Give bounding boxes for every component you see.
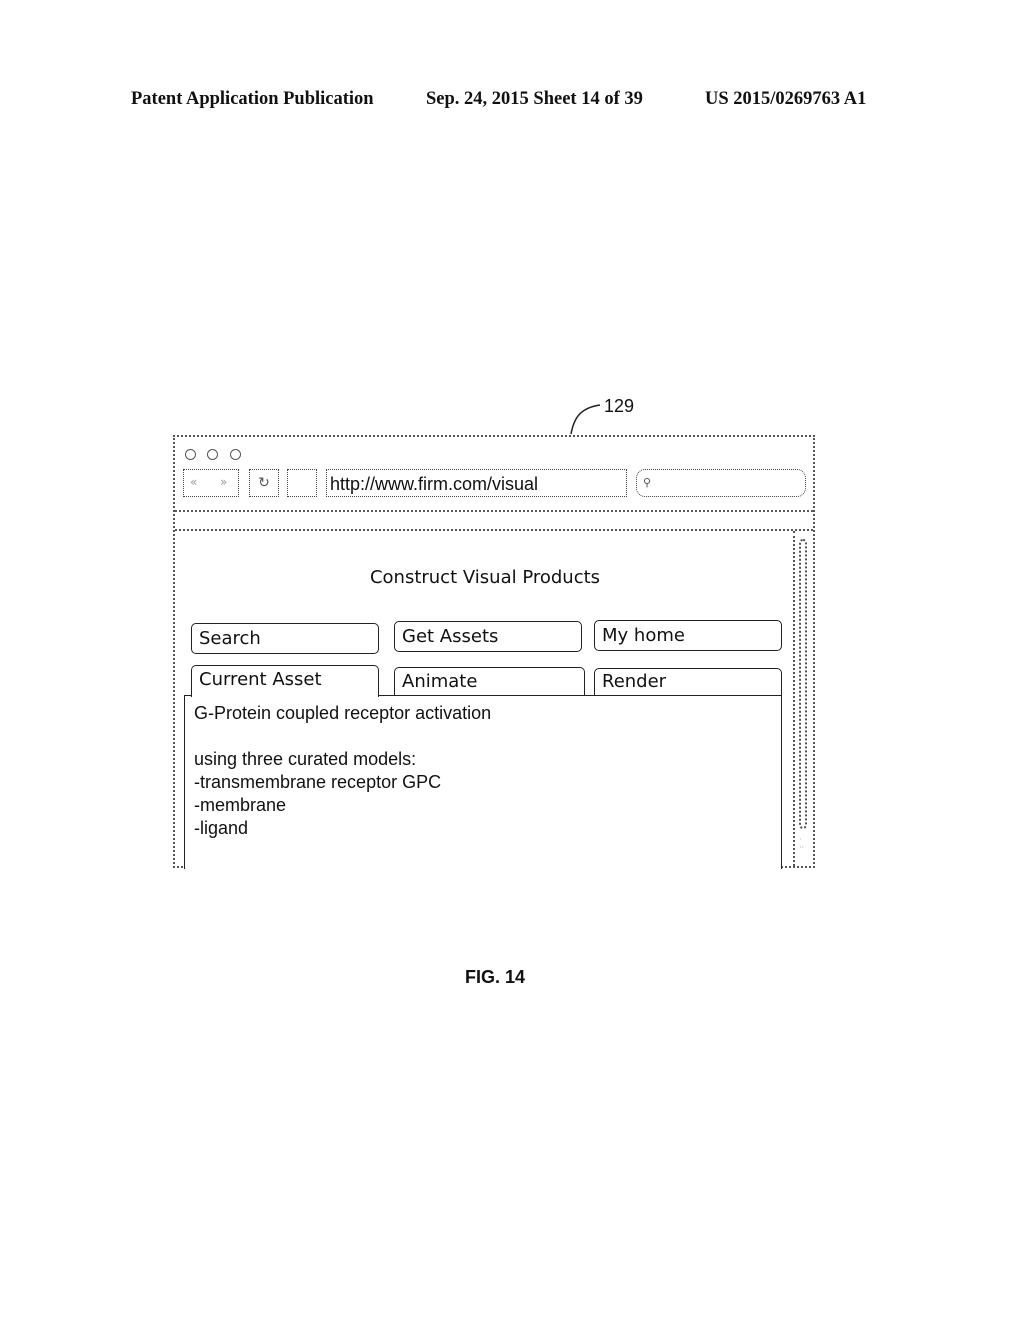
- scrollbar-thumb[interactable]: [799, 539, 807, 829]
- asset-description-line: [194, 725, 781, 748]
- forward-icon[interactable]: »: [220, 475, 227, 489]
- current-asset-panel: G-Protein coupled receptor activation us…: [184, 695, 782, 869]
- navigation-buttons: « »: [183, 469, 239, 497]
- asset-description-line: -transmembrane receptor GPC: [194, 772, 442, 792]
- my-home-button[interactable]: My home: [594, 620, 782, 651]
- figure-label: FIG. 14: [464, 967, 526, 987]
- scroll-arrows-icon[interactable]: · ··: [799, 836, 804, 852]
- get-assets-button[interactable]: Get Assets: [394, 621, 582, 652]
- asset-description-line: -ligand: [194, 818, 249, 838]
- bookmarks-bar: [175, 512, 813, 531]
- close-window-dot[interactable]: [185, 449, 196, 460]
- minimize-window-dot[interactable]: [207, 449, 218, 460]
- reference-numeral: 129: [604, 396, 635, 416]
- reference-leader-line: [570, 404, 601, 435]
- tab-render[interactable]: Render: [594, 668, 782, 695]
- search-icon: ⚲: [643, 476, 652, 489]
- publication-type: Patent Application Publication: [131, 89, 374, 109]
- browser-search-field[interactable]: ⚲: [636, 469, 806, 497]
- url-bar[interactable]: http://www.firm.com/visual: [326, 469, 627, 497]
- publication-number: US 2015/0269763 A1: [705, 89, 867, 109]
- browser-window: « » ↻ http://www.firm.com/visual ⚲ · ·· C…: [173, 435, 815, 869]
- asset-description-line: -membrane: [194, 795, 287, 815]
- reload-button[interactable]: ↻: [249, 469, 279, 497]
- page-title: Construct Visual Products: [369, 567, 601, 588]
- reload-icon: ↻: [258, 475, 270, 491]
- browser-toolbar: « » ↻ http://www.firm.com/visual ⚲: [175, 437, 813, 512]
- tab-current-asset[interactable]: Current Asset: [191, 665, 379, 697]
- asset-description-line: G-Protein coupled receptor activation: [194, 703, 492, 723]
- vertical-scrollbar[interactable]: · ··: [793, 531, 813, 866]
- back-icon[interactable]: «: [190, 475, 197, 489]
- asset-description-line: using three curated models:: [194, 749, 417, 769]
- tab-animate[interactable]: Animate: [394, 667, 585, 695]
- publication-date-sheet: Sep. 24, 2015 Sheet 14 of 39: [426, 89, 643, 109]
- maximize-window-dot[interactable]: [230, 449, 241, 460]
- search-button[interactable]: Search: [191, 623, 379, 654]
- bookmark-button[interactable]: [287, 469, 317, 497]
